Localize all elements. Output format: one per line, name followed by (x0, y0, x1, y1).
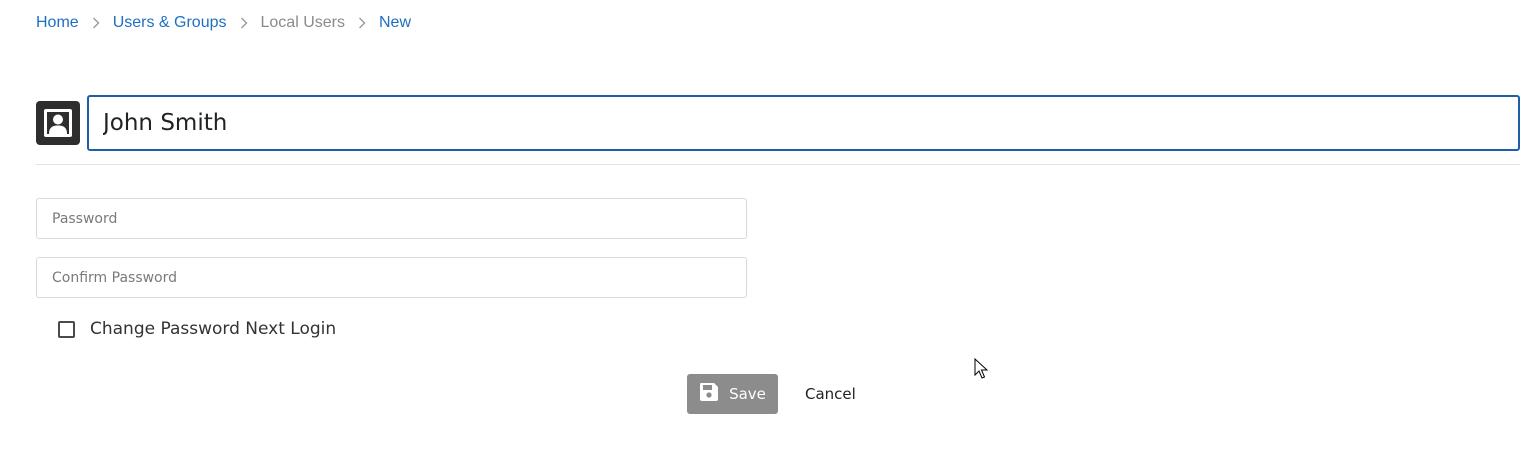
save-button-label: Save (729, 385, 766, 403)
cancel-button[interactable]: Cancel (797, 374, 864, 414)
chevron-right-icon (345, 17, 379, 29)
breadcrumb-users-groups[interactable]: Users & Groups (113, 13, 227, 33)
change-password-label: Change Password Next Login (90, 319, 337, 339)
password-field[interactable] (36, 198, 747, 239)
change-password-checkbox[interactable] (58, 320, 75, 338)
floppy-disk-icon (699, 382, 719, 406)
mouse-pointer-icon (974, 357, 989, 385)
breadcrumb-local-users: Local Users (260, 14, 345, 31)
confirm-password-field[interactable] (36, 257, 747, 298)
header-divider (36, 164, 1520, 165)
breadcrumb-home[interactable]: Home (36, 13, 79, 33)
new-local-user-page: Home Users & Groups Local Users New Chan… (0, 0, 1527, 470)
breadcrumb: Home Users & Groups Local Users New (36, 13, 411, 33)
change-password-next-login-option[interactable]: Change Password Next Login (58, 319, 336, 339)
user-name-input[interactable] (87, 95, 1520, 151)
chevron-right-icon (79, 17, 113, 29)
user-card-icon (36, 101, 80, 145)
save-button[interactable]: Save (687, 374, 778, 414)
chevron-right-icon (227, 17, 261, 29)
breadcrumb-new[interactable]: New (379, 13, 411, 33)
